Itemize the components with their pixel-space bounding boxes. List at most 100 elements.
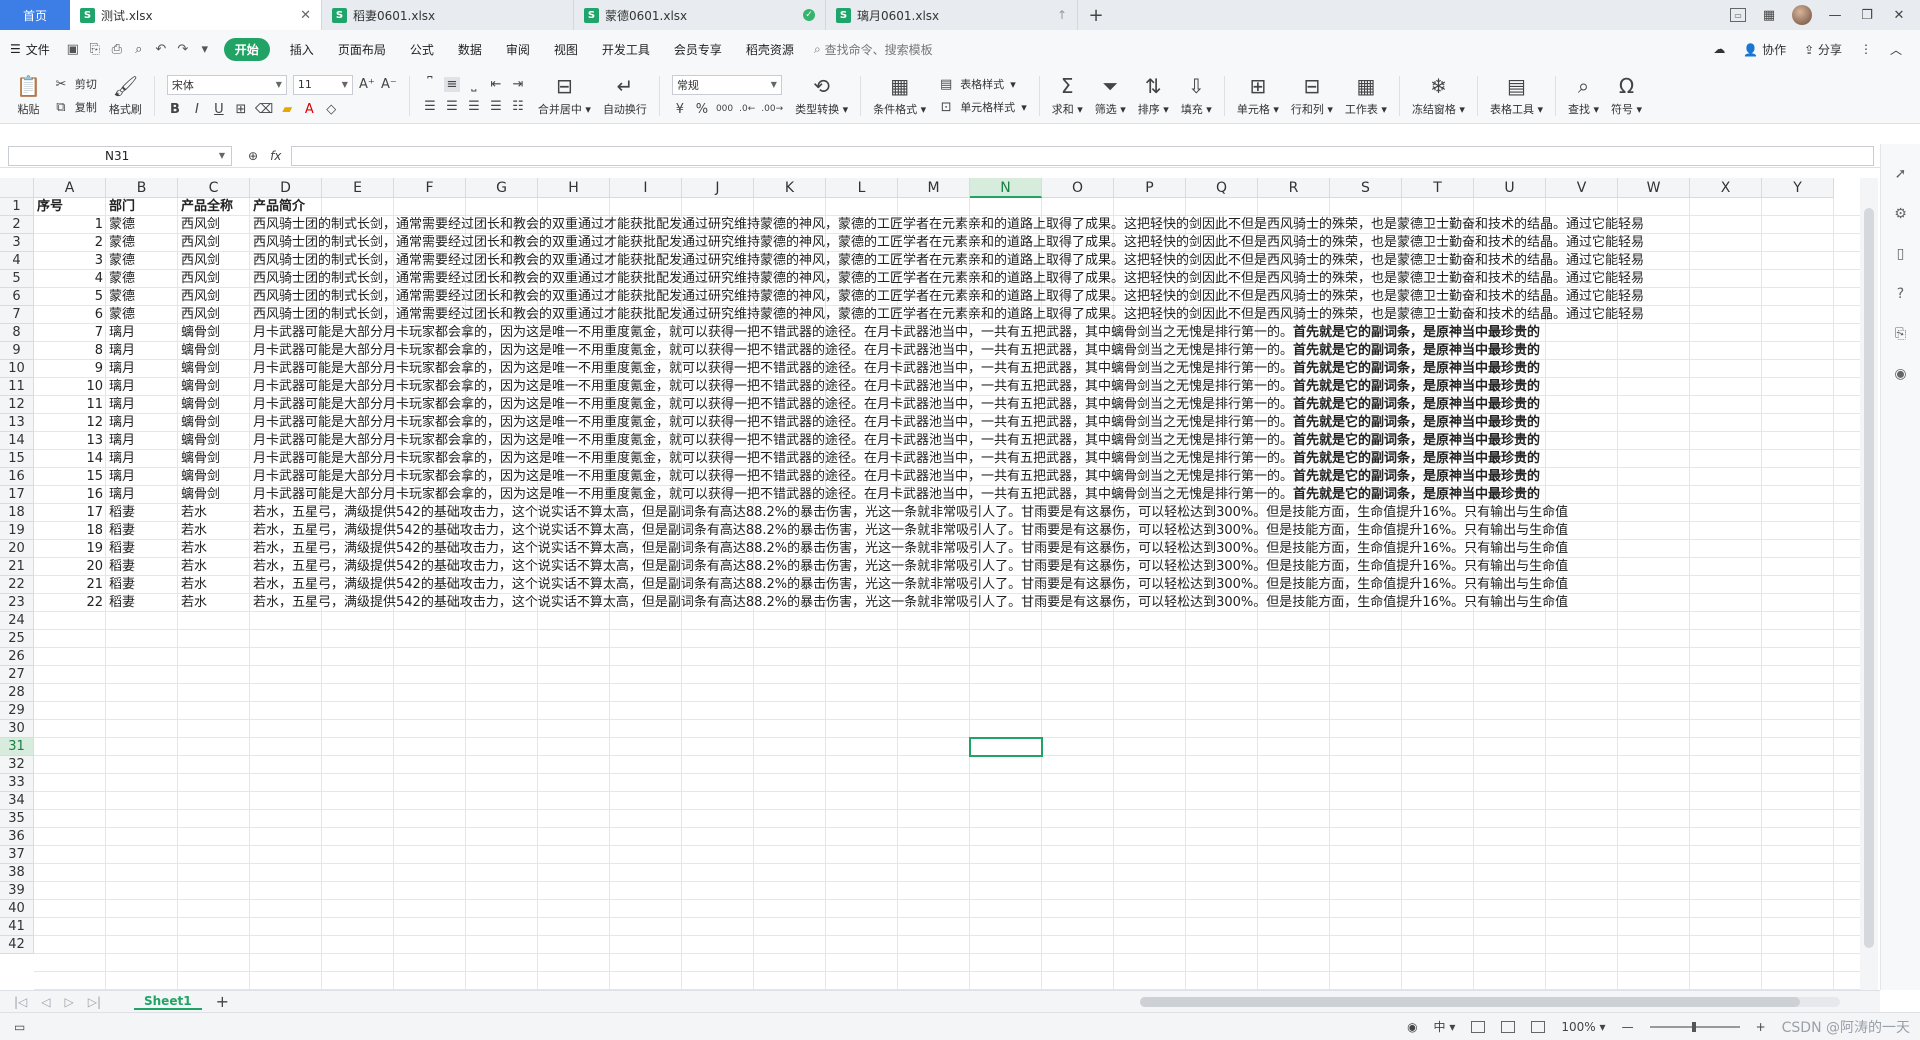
row-header[interactable]: 12 xyxy=(0,396,34,414)
cut-button[interactable]: ✂ 剪切 xyxy=(53,76,96,92)
row-header[interactable]: 8 xyxy=(0,324,34,342)
description-cell[interactable]: 西风骑士团的制式长剑，通常需要经过团长和教会的双重通过才能获批配发通过研究维持蒙… xyxy=(250,216,1834,234)
cell[interactable]: 稻妻 xyxy=(106,540,178,558)
column-header[interactable]: L xyxy=(826,178,898,198)
row-header[interactable]: 21 xyxy=(0,558,34,576)
name-box[interactable]: N31 ▼ xyxy=(8,145,232,166)
doc-tab-test[interactable]: S 测试.xlsx ✕ xyxy=(70,0,322,30)
file-menu[interactable]: ☰ 文件 xyxy=(10,41,50,58)
add-sheet-button[interactable]: + xyxy=(216,992,229,1011)
zoom-level[interactable]: 100% ▾ xyxy=(1561,1020,1605,1034)
new-tab-button[interactable]: + xyxy=(1078,0,1114,30)
description-cell[interactable]: 西风骑士团的制式长剑，通常需要经过团长和教会的双重通过才能获批配发通过研究维持蒙… xyxy=(250,288,1834,306)
decrease-font-icon[interactable]: A⁻ xyxy=(381,77,397,92)
description-cell[interactable]: 若水，五星弓，满级提供542的基础攻击力，这个说实话不算太高，但是副词条有高达8… xyxy=(250,594,1834,612)
row-header[interactable]: 37 xyxy=(0,846,34,864)
export-icon[interactable]: ⎘ xyxy=(84,42,106,57)
page-layout-view-icon[interactable] xyxy=(1501,1020,1516,1033)
row-header[interactable]: 29 xyxy=(0,702,34,720)
row-header[interactable]: 3 xyxy=(0,234,34,252)
cell[interactable]: 璃月 xyxy=(106,324,178,342)
description-cell[interactable]: 西风骑士团的制式长剑，通常需要经过团长和教会的双重通过才能获批配发通过研究维持蒙… xyxy=(250,306,1834,324)
save-icon[interactable]: ▣ xyxy=(62,42,84,57)
clear-icon[interactable]: ◇ xyxy=(323,102,339,117)
font-color-icon[interactable]: A xyxy=(301,102,317,117)
description-cell[interactable]: 月卡武器可能是大部分月卡玩家都会拿的，因为这是唯一不用重度氪金，就可以获得一把不… xyxy=(250,396,1834,414)
row-header[interactable]: 4 xyxy=(0,252,34,270)
print-preview-icon[interactable]: ⌕ xyxy=(128,42,150,57)
cell[interactable]: 15 xyxy=(34,468,106,486)
menu-tab[interactable]: 审阅 xyxy=(494,41,542,58)
input-mode[interactable]: 中 ▾ xyxy=(1434,1018,1456,1035)
column-header[interactable]: A xyxy=(34,178,106,198)
cells-button[interactable]: ⊞ 单元格 ▾ xyxy=(1231,71,1285,121)
cell[interactable]: 11 xyxy=(34,396,106,414)
column-header[interactable]: Q xyxy=(1186,178,1258,198)
paste-button[interactable]: 📋 粘贴 xyxy=(10,71,47,121)
cell[interactable]: 若水 xyxy=(178,594,250,612)
column-header[interactable]: M xyxy=(898,178,970,198)
location-icon[interactable]: ◉ xyxy=(1894,366,1906,382)
column-header[interactable]: Y xyxy=(1762,178,1834,198)
cell[interactable]: 19 xyxy=(34,540,106,558)
menu-tab[interactable]: 稻壳资源 xyxy=(734,41,806,58)
row-header[interactable]: 31 xyxy=(0,738,34,756)
description-cell[interactable]: 若水，五星弓，满级提供542的基础攻击力，这个说实话不算太高，但是副词条有高达8… xyxy=(250,540,1834,558)
redo-icon[interactable]: ↷ xyxy=(172,42,194,57)
cell[interactable]: 8 xyxy=(34,342,106,360)
row-header[interactable]: 42 xyxy=(0,936,34,954)
description-cell[interactable]: 若水，五星弓，满级提供542的基础攻击力，这个说实话不算太高，但是副词条有高达8… xyxy=(250,504,1834,522)
align-middle-icon[interactable]: ≡ xyxy=(443,77,460,92)
cell[interactable]: 22 xyxy=(34,594,106,612)
format-painter-button[interactable]: 🖌 格式刷 xyxy=(103,71,148,121)
row-header[interactable]: 22 xyxy=(0,576,34,594)
cell[interactable]: 西风剑 xyxy=(178,288,250,306)
row-header[interactable]: 23 xyxy=(0,594,34,612)
vertical-scrollbar[interactable] xyxy=(1860,178,1878,990)
sheet-tab-sheet1[interactable]: Sheet1 xyxy=(134,994,202,1010)
menu-tab[interactable]: 开始 xyxy=(223,37,270,61)
cell[interactable]: 西风剑 xyxy=(178,216,250,234)
row-header[interactable]: 34 xyxy=(0,792,34,810)
undo-icon[interactable]: ↶ xyxy=(150,42,172,57)
indent-increase-icon[interactable]: ⇥ xyxy=(510,77,526,92)
description-cell[interactable]: 西风骑士团的制式长剑，通常需要经过团长和教会的双重通过才能获批配发通过研究维持蒙… xyxy=(250,270,1834,288)
column-header[interactable]: D xyxy=(250,178,322,198)
column-header[interactable]: U xyxy=(1474,178,1546,198)
row-header[interactable]: 39 xyxy=(0,882,34,900)
menu-tab[interactable]: 视图 xyxy=(542,41,590,58)
worksheet-button[interactable]: ▦ 工作表 ▾ xyxy=(1339,71,1393,121)
last-sheet-icon[interactable]: ▷| xyxy=(88,995,101,1009)
zoom-slider[interactable] xyxy=(1649,1021,1740,1032)
description-cell[interactable]: 月卡武器可能是大部分月卡玩家都会拿的，因为这是唯一不用重度氪金，就可以获得一把不… xyxy=(250,360,1834,378)
cell[interactable]: 螭骨剑 xyxy=(178,342,250,360)
merge-center-button[interactable]: ⊟ 合并居中 ▾ xyxy=(532,71,597,121)
row-header[interactable]: 15 xyxy=(0,450,34,468)
cell[interactable]: 6 xyxy=(34,306,106,324)
cell[interactable]: 产品简介 xyxy=(250,198,322,216)
description-cell[interactable]: 月卡武器可能是大部分月卡玩家都会拿的，因为这是唯一不用重度氪金，就可以获得一把不… xyxy=(250,486,1834,504)
doc-tab-liyue[interactable]: S 璃月0601.xlsx ↑ xyxy=(826,0,1078,30)
row-header[interactable]: 19 xyxy=(0,522,34,540)
sort-button[interactable]: ⇅ 排序 ▾ xyxy=(1132,71,1175,121)
formula-input[interactable] xyxy=(291,145,1874,166)
column-header[interactable]: F xyxy=(394,178,466,198)
font-name-select[interactable]: 宋体 ▼ xyxy=(166,74,287,95)
thousands-icon[interactable]: 000 xyxy=(716,104,733,114)
cell[interactable]: 璃月 xyxy=(106,396,178,414)
apps-grid-icon[interactable]: ▦ xyxy=(1760,8,1778,23)
menu-tab[interactable]: 公式 xyxy=(398,41,446,58)
row-header[interactable]: 16 xyxy=(0,468,34,486)
cell[interactable]: 璃月 xyxy=(106,342,178,360)
macro-record-icon[interactable]: ▭ xyxy=(14,1020,25,1034)
cell[interactable]: 3 xyxy=(34,252,106,270)
row-header[interactable]: 6 xyxy=(0,288,34,306)
row-header[interactable]: 40 xyxy=(0,900,34,918)
settings-sliders-icon[interactable]: ⚙ xyxy=(1894,206,1907,222)
row-header[interactable]: 24 xyxy=(0,612,34,630)
fill-color-icon[interactable]: ▰ xyxy=(279,102,295,117)
increase-decimal-icon[interactable]: .0← xyxy=(739,104,755,114)
cell[interactable]: 若水 xyxy=(178,576,250,594)
eye-protect-icon[interactable]: ◉ xyxy=(1407,1020,1417,1034)
row-header[interactable]: 2 xyxy=(0,216,34,234)
